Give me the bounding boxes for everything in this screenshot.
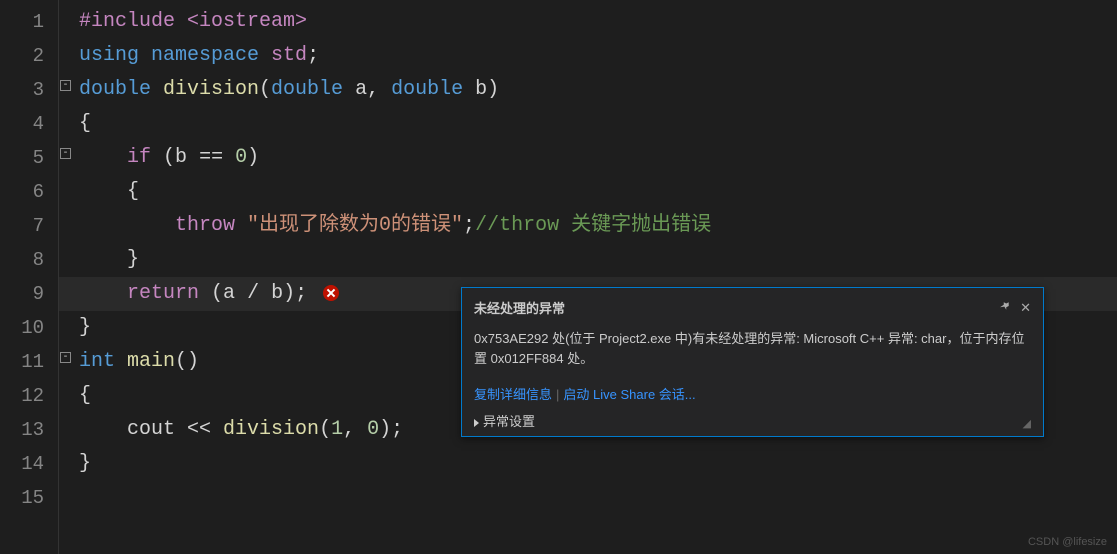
exception-settings-expander[interactable]: 异常设置 <box>474 411 535 430</box>
exception-title: 未经处理的异常 <box>474 298 565 317</box>
resize-grip-icon[interactable]: ◢ <box>1023 417 1031 430</box>
code-line[interactable]: using namespace std; <box>79 39 1117 73</box>
line-number: 6 <box>0 175 44 209</box>
live-share-link[interactable]: 启动 Live Share 会话... <box>563 387 695 402</box>
code-content[interactable]: - - - #include <iostream> using namespac… <box>58 0 1117 554</box>
line-number: 11 <box>0 345 44 379</box>
close-icon[interactable]: ✕ <box>1020 300 1031 316</box>
line-number: 15 <box>0 481 44 515</box>
copy-details-link[interactable]: 复制详细信息 <box>474 387 552 402</box>
line-number: 13 <box>0 413 44 447</box>
line-number: 5 <box>0 141 44 175</box>
code-line[interactable]: } <box>79 447 1117 481</box>
code-line[interactable]: throw "出现了除数为0的错误";//throw 关键字抛出错误 <box>79 209 1117 243</box>
watermark: CSDN @lifesize <box>1028 536 1107 548</box>
line-number: 1 <box>0 5 44 39</box>
line-number: 9 <box>0 277 44 311</box>
line-number: 10 <box>0 311 44 345</box>
code-line[interactable]: } <box>79 243 1117 277</box>
code-line[interactable]: #include <iostream> <box>79 5 1117 39</box>
fold-collapse-icon[interactable]: - <box>60 148 71 159</box>
line-number: 8 <box>0 243 44 277</box>
line-number: 4 <box>0 107 44 141</box>
exception-error-icon[interactable] <box>323 285 339 301</box>
code-line[interactable]: double division(double a, double b) <box>79 73 1117 107</box>
code-line[interactable]: { <box>79 175 1117 209</box>
code-editor: 1 2 3 4 5 6 7 8 9 10 11 12 13 14 15 - - … <box>0 0 1117 554</box>
code-line[interactable]: { <box>79 107 1117 141</box>
code-line[interactable]: if (b == 0) <box>79 141 1117 175</box>
fold-collapse-icon[interactable]: - <box>60 352 71 363</box>
line-number: 2 <box>0 39 44 73</box>
exception-popup: 未经处理的异常 ✕ 0x753AE292 处(位于 Project2.exe 中… <box>461 287 1044 437</box>
line-number-gutter: 1 2 3 4 5 6 7 8 9 10 11 12 13 14 15 <box>0 0 58 554</box>
fold-collapse-icon[interactable]: - <box>60 80 71 91</box>
exception-header: 未经处理的异常 ✕ <box>474 298 1031 317</box>
pin-icon[interactable] <box>998 299 1012 316</box>
exception-message: 0x753AE292 处(位于 Project2.exe 中)有未经处理的异常:… <box>474 329 1031 368</box>
expand-triangle-icon <box>474 419 479 427</box>
line-number: 14 <box>0 447 44 481</box>
code-line[interactable] <box>79 481 1117 515</box>
exception-links: 复制详细信息|启动 Live Share 会话... <box>474 384 1031 403</box>
line-number: 12 <box>0 379 44 413</box>
line-number: 3 <box>0 73 44 107</box>
line-number: 7 <box>0 209 44 243</box>
